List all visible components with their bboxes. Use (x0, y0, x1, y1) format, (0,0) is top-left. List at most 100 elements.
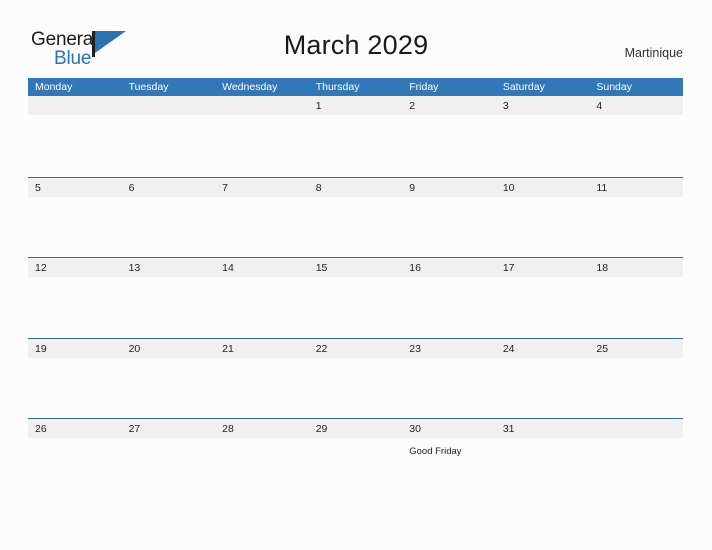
day-cell[interactable]: 27 (122, 419, 216, 438)
day-cell[interactable]: 11 (589, 178, 683, 197)
day-number: 8 (315, 181, 322, 194)
day-number: 22 (315, 342, 328, 355)
day-cell[interactable]: 6 (122, 178, 216, 197)
event-cell[interactable] (28, 277, 122, 337)
day-cell[interactable]: 16 (402, 258, 496, 277)
event-cell[interactable] (122, 358, 216, 418)
day-number: 19 (35, 342, 47, 355)
event-cell[interactable] (122, 277, 216, 337)
day-cell[interactable]: 29 (309, 419, 403, 438)
day-cell[interactable] (589, 419, 683, 438)
day-cell[interactable]: 7 (215, 178, 309, 197)
day-number: 6 (128, 181, 135, 194)
day-cell[interactable]: 5 (28, 178, 122, 197)
week-date-band: 26 27 28 29 30 31 (28, 419, 683, 438)
event-cell[interactable] (309, 438, 403, 498)
event-label: Good Friday (409, 446, 462, 457)
day-number: 21 (222, 342, 234, 355)
day-cell[interactable]: 13 (122, 258, 216, 277)
day-cell[interactable]: 1 (309, 96, 403, 115)
day-cell[interactable]: 19 (28, 339, 122, 358)
weekday-saturday: Saturday (502, 81, 545, 93)
day-number: 10 (502, 181, 515, 194)
event-cell[interactable] (589, 197, 683, 257)
day-number: 29 (315, 423, 328, 435)
week-date-band: 12 13 14 15 16 17 18 (28, 258, 683, 277)
location-label: Martinique (624, 46, 683, 60)
day-cell[interactable]: 28 (215, 419, 309, 438)
event-cell[interactable] (309, 115, 403, 175)
day-cell[interactable]: 18 (589, 258, 683, 277)
day-number: 28 (222, 423, 234, 435)
day-number: 1 (315, 100, 322, 112)
event-cell[interactable] (215, 438, 309, 498)
event-cell[interactable] (309, 277, 403, 337)
day-cell[interactable]: 12 (28, 258, 122, 277)
week-row: 12 13 14 15 16 17 18 (28, 257, 683, 338)
weekday-thursday: Thursday (315, 81, 360, 93)
event-cell[interactable] (309, 197, 403, 257)
day-cell[interactable]: 17 (496, 258, 590, 277)
day-cell[interactable]: 26 (28, 419, 122, 438)
day-cell[interactable] (28, 96, 122, 115)
event-cell[interactable] (215, 197, 309, 257)
day-cell[interactable] (122, 96, 216, 115)
event-cell[interactable] (28, 115, 122, 175)
event-cell[interactable] (589, 115, 683, 175)
event-cell[interactable] (122, 115, 216, 175)
event-cell[interactable] (122, 197, 216, 257)
event-cell[interactable] (402, 358, 496, 418)
day-number: 4 (596, 100, 603, 112)
day-number: 23 (409, 342, 421, 355)
event-cell[interactable] (122, 438, 216, 498)
week-date-band: 19 20 21 22 23 24 25 (28, 338, 683, 358)
calendar-grid: Monday Tuesday Wednesday Thursday Friday… (28, 78, 683, 499)
day-cell[interactable]: 10 (496, 178, 590, 197)
day-number: 27 (128, 423, 141, 435)
event-cell[interactable] (28, 358, 122, 418)
event-cell[interactable] (215, 115, 309, 175)
day-cell[interactable]: 25 (589, 339, 683, 358)
day-cell[interactable]: 14 (215, 258, 309, 277)
day-cell[interactable]: 24 (496, 339, 590, 358)
event-cell[interactable] (215, 358, 309, 418)
day-cell[interactable]: 3 (496, 96, 590, 115)
event-cell[interactable] (496, 197, 590, 257)
day-cell[interactable]: 22 (309, 339, 403, 358)
event-cell[interactable] (309, 358, 403, 418)
event-cell[interactable] (215, 277, 309, 337)
event-cell[interactable] (589, 358, 683, 418)
event-cell[interactable] (402, 277, 496, 337)
day-cell[interactable]: 15 (309, 258, 403, 277)
day-cell[interactable]: 9 (402, 178, 496, 197)
event-cell[interactable] (496, 115, 590, 175)
day-cell[interactable]: 31 (496, 419, 590, 438)
event-cell[interactable] (496, 438, 590, 498)
day-cell[interactable]: 20 (122, 339, 216, 358)
event-cell[interactable] (28, 197, 122, 257)
event-cell[interactable] (28, 438, 122, 498)
day-cell[interactable]: 8 (309, 178, 403, 197)
event-cell[interactable] (496, 277, 590, 337)
week-event-band (28, 277, 683, 337)
week-row: 5 6 7 8 9 10 11 (28, 176, 683, 258)
day-cell[interactable]: 4 (589, 96, 683, 115)
day-cell[interactable]: 2 (402, 96, 496, 115)
weekday-friday: Friday (409, 81, 439, 93)
day-number: 26 (35, 423, 47, 435)
event-cell[interactable] (496, 358, 590, 418)
event-cell[interactable]: Good Friday (402, 438, 496, 498)
day-cell[interactable]: 23 (402, 339, 496, 358)
week-date-band: 5 6 7 8 9 10 11 (28, 177, 683, 197)
weekday-tuesday: Tuesday (128, 81, 169, 93)
event-cell[interactable] (589, 277, 683, 337)
day-number: 14 (222, 262, 234, 274)
event-cell[interactable] (402, 197, 496, 257)
day-cell[interactable]: 30 (402, 419, 496, 438)
week-event-band (28, 197, 683, 257)
event-cell[interactable] (589, 438, 683, 498)
day-cell[interactable]: 21 (215, 339, 309, 358)
weekday-header-row: Monday Tuesday Wednesday Thursday Friday… (28, 78, 683, 96)
day-cell[interactable] (215, 96, 309, 115)
event-cell[interactable] (402, 115, 496, 175)
